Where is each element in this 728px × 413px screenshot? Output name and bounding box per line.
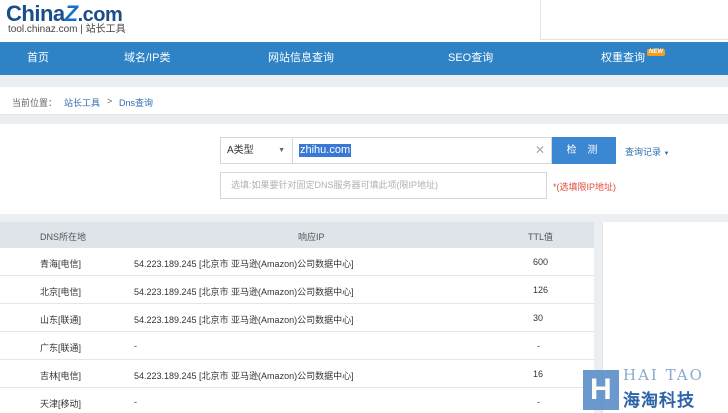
spacer [0, 214, 728, 222]
logo-subtitle: tool.chinaz.com | 站长工具 [8, 24, 126, 35]
cell-ip: - [134, 341, 137, 351]
watermark-chinese: 海淘科技 [623, 391, 695, 410]
cell-location: 北京[电信] [40, 287, 82, 297]
nav-home[interactable]: 首页 [27, 42, 49, 75]
breadcrumb-separator: > [107, 96, 113, 106]
chinaz-logo[interactable]: ChinaZ.com [6, 1, 123, 27]
table-row: 青海[电信] 54.223.189.245 [北京市 亚马逊(Amazon)公司… [0, 248, 594, 276]
cell-ip: 54.223.189.245 [北京市 亚马逊(Amazon)公司数据中心] [134, 315, 354, 325]
watermark-logo: H [583, 370, 619, 410]
column-header-location: DNS所在地 [40, 232, 87, 242]
dns-hint: *(选填限IP地址) [553, 182, 617, 192]
logo-domain: .com [77, 4, 123, 26]
page: ChinaZ.com tool.chinaz.com | 站长工具 首页 域名/… [0, 0, 728, 413]
breadcrumb-home-link[interactable]: 站长工具 [64, 96, 100, 109]
cell-ttl: - [537, 397, 540, 407]
nav-site-info[interactable]: 网站信息查询 [268, 42, 334, 75]
cell-ip: - [134, 397, 137, 407]
record-type-value: A类型 [227, 145, 254, 156]
nav-seo[interactable]: SEO查询 [448, 42, 493, 75]
dns-server-input[interactable]: 选填:如果要针对固定DNS服务器可填此项(限IP地址) [220, 172, 547, 199]
query-history-label: 查询记录 [625, 147, 662, 157]
breadcrumb-prefix: 当前位置： [12, 98, 58, 108]
detect-button[interactable]: 检 测 [552, 137, 616, 164]
domain-input[interactable]: zhihu.com ✕ [293, 137, 552, 164]
cell-ip: 54.223.189.245 [北京市 亚马逊(Amazon)公司数据中心] [134, 287, 354, 297]
clear-icon[interactable]: ✕ [535, 143, 545, 157]
breadcrumb-current[interactable]: Dns查询 [119, 96, 153, 109]
breadcrumb: 当前位置： 站长工具 > Dns查询 [0, 87, 728, 115]
chevron-down-icon: ▼ [278, 147, 285, 154]
header-ad-box [540, 0, 728, 40]
cell-ip: 54.223.189.245 [北京市 亚马逊(Amazon)公司数据中心] [134, 371, 354, 381]
results-table-header: DNS所在地 响应IP TTL值 [0, 222, 594, 248]
cell-location: 天津[移动] [40, 399, 82, 409]
column-header-ttl: TTL值 [528, 232, 554, 242]
chevron-down-icon: ▼ [663, 151, 670, 157]
cell-ttl: 126 [533, 285, 549, 295]
cell-ip: 54.223.189.245 [北京市 亚马逊(Amazon)公司数据中心] [134, 259, 354, 269]
record-type-select[interactable]: A类型 ▼ [220, 137, 293, 164]
site-header: ChinaZ.com tool.chinaz.com | 站长工具 [0, 0, 728, 42]
cell-ttl: - [537, 341, 540, 351]
query-history-link[interactable]: 查询记录 ▼ [625, 145, 669, 158]
domain-input-value: zhihu.com [299, 144, 352, 157]
spacer [0, 115, 728, 124]
table-row: 山东[联通] 54.223.189.245 [北京市 亚马逊(Amazon)公司… [0, 304, 594, 332]
new-badge: NEW [647, 49, 665, 56]
column-header-ip: 响应IP [298, 232, 325, 242]
cell-ttl: 16 [533, 369, 544, 379]
cell-ttl: 30 [533, 313, 544, 323]
watermark-english: HAI TAO [623, 366, 704, 384]
spacer [0, 75, 728, 87]
cell-location: 广东[联通] [40, 343, 82, 353]
table-row: 广东[联通] - - [0, 332, 594, 360]
table-row: 北京[电信] 54.223.189.245 [北京市 亚马逊(Amazon)公司… [0, 276, 594, 304]
logo-text: China [6, 1, 65, 26]
nav-weight[interactable]: 权重查询 [601, 42, 645, 75]
cell-ttl: 600 [533, 257, 549, 267]
cell-location: 青海[电信] [40, 259, 82, 269]
table-row: 天津[移动] - - [0, 388, 594, 413]
watermark-letter: H [590, 373, 612, 406]
table-row: 吉林[电信] 54.223.189.245 [北京市 亚马逊(Amazon)公司… [0, 360, 594, 388]
cell-location: 山东[联通] [40, 315, 82, 325]
nav-domain-ip[interactable]: 域名/IP类 [124, 42, 170, 75]
main-nav: 首页 域名/IP类 网站信息查询 SEO查询 权重查询 NEW [0, 42, 728, 75]
logo-z: Z [64, 1, 78, 26]
results-table-body: 青海[电信] 54.223.189.245 [北京市 亚马逊(Amazon)公司… [0, 248, 594, 413]
cell-location: 吉林[电信] [40, 371, 82, 381]
haitao-watermark: H HAI TAO 海淘科技 [583, 362, 728, 413]
